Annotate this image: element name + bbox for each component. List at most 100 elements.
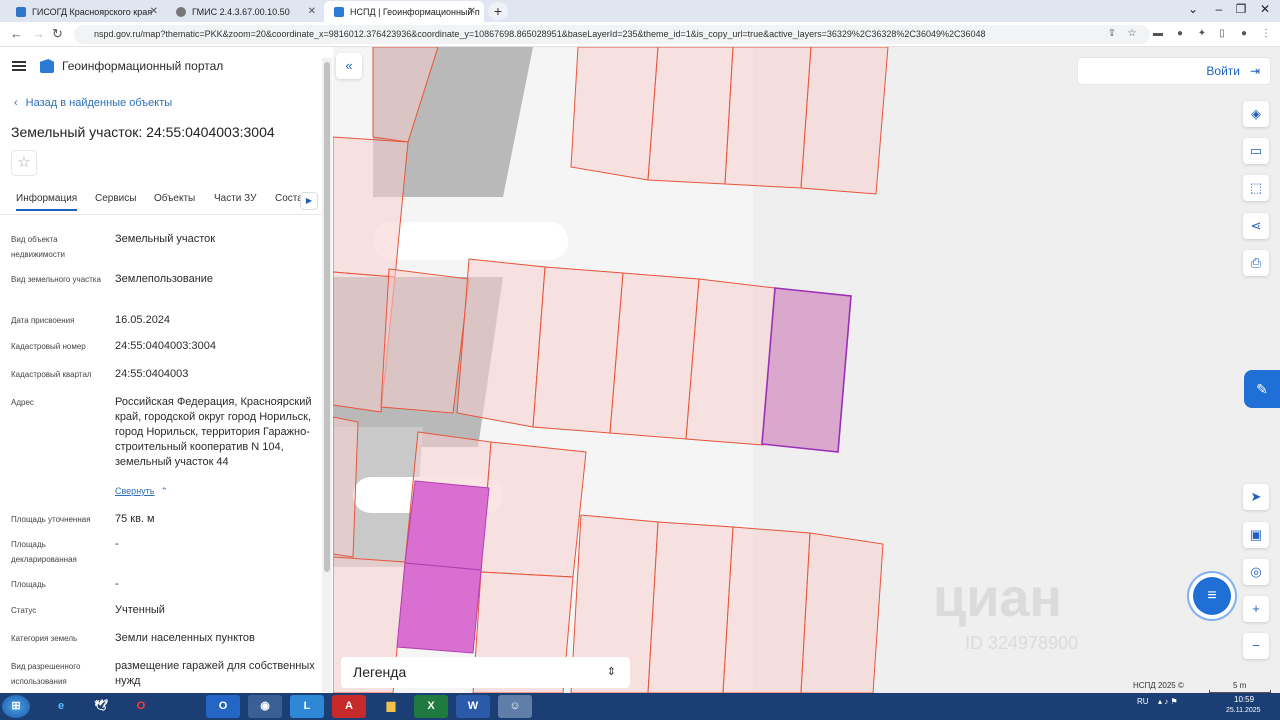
globe-icon — [176, 6, 186, 17]
gisogd-favicon-icon — [16, 6, 26, 17]
layers-icon[interactable]: ◈ — [1243, 101, 1269, 127]
language-indicator[interactable]: RU — [1137, 697, 1149, 706]
field-label: Вид объекта недвижимости — [11, 235, 65, 259]
tray-icons[interactable]: ▴ ♪ ⚑ — [1158, 697, 1178, 706]
sidepanel-icon[interactable]: ▯ — [1216, 28, 1228, 40]
tabs-scroll-right-icon[interactable]: ▶ — [300, 192, 318, 210]
bookmark-star-icon[interactable]: ☆ — [1126, 28, 1138, 40]
tab-information[interactable]: Информация — [16, 193, 78, 211]
portal-logo-icon — [40, 59, 54, 73]
tab-parts[interactable]: Части ЗУ — [214, 193, 256, 204]
share-icon[interactable]: ⋖ — [1243, 213, 1269, 239]
close-tab-icon[interactable]: ✕ — [308, 6, 316, 17]
field-label: Кадастровый квартал — [11, 370, 92, 379]
folder-icon[interactable]: ▆ — [374, 695, 408, 718]
page-title: Земельный участок: 24:55:0404003:3004 — [11, 124, 275, 140]
tab-composition[interactable]: Соста — [275, 193, 303, 204]
extension-icon[interactable]: ● — [1174, 28, 1186, 40]
chat-icon[interactable]: ≡ — [1193, 577, 1231, 615]
field-value: 24:55:0404003 — [115, 368, 189, 380]
profile-icon[interactable]: ● — [1238, 28, 1250, 40]
excel-icon[interactable]: X — [414, 695, 448, 718]
object-info-panel: Геоинформационный портал ‹ Назад в найден… — [0, 47, 333, 693]
zoom-out-button[interactable]: − — [1243, 633, 1269, 659]
field-value: Учтенный — [115, 604, 165, 616]
field-value: размещение гаражей для собственных нужд — [115, 660, 315, 687]
field-label: Вид разрешенного использования — [11, 662, 81, 686]
puzzle-icon[interactable]: ✦ — [1196, 28, 1208, 40]
selected-parcel — [761, 287, 852, 453]
restore-icon[interactable]: ❐ — [1230, 0, 1252, 20]
field-label: Кадастровый номер — [11, 342, 86, 351]
start-button-icon[interactable]: ⊞ — [2, 695, 30, 718]
browser-tab-title: НСПД | Геоинформационный п — [350, 6, 480, 17]
login-label: Войти — [1206, 64, 1240, 78]
info-tabs: Информация Сервисы Объекты Части ЗУ Сост… — [0, 187, 322, 215]
print-icon[interactable]: ⎙ — [1243, 250, 1269, 276]
browser-tab-2[interactable]: ГМИС 2.4.3.67.00.10.50 ✕ — [166, 1, 324, 22]
field-value: 24:55:0404003:3004 — [115, 340, 216, 352]
field-value: Земли населенных пунктов — [115, 632, 255, 644]
app-icon[interactable]: ☺ — [498, 695, 532, 718]
collapse-panel-button[interactable]: « — [336, 53, 362, 79]
field-value: Землепользование — [115, 273, 214, 285]
ie-icon[interactable]: e — [44, 695, 78, 718]
favorite-star-icon[interactable]: ☆ — [11, 150, 37, 176]
close-window-icon[interactable]: ✕ — [1254, 0, 1276, 20]
bird-app-icon[interactable]: 🕊 — [84, 695, 118, 718]
close-tab-icon[interactable]: ✕ — [150, 6, 158, 17]
pdf-icon[interactable]: A — [332, 695, 366, 718]
select-area-icon[interactable]: ⬚ — [1243, 175, 1269, 201]
legend-label: Легенда — [353, 664, 407, 680]
legend-dropdown[interactable]: Легенда ⇕ — [341, 657, 630, 688]
more-menu-icon[interactable]: ⋮ — [1260, 28, 1272, 40]
share-page-icon[interactable]: ⇪ — [1106, 28, 1118, 40]
field-label: Площадь уточненная — [11, 515, 91, 524]
outlook-icon[interactable]: O — [206, 695, 240, 718]
back-to-results-link[interactable]: ‹ Назад в найденные объекты — [14, 97, 172, 109]
field-label: Площадь — [11, 580, 46, 589]
panel-scrollbar[interactable] — [322, 58, 332, 692]
close-tab-icon[interactable]: ✕ — [468, 6, 476, 17]
map-copyright: НСПД 2025 © — [1133, 681, 1184, 690]
address-bar[interactable]: nspd.gov.ru/map?thematic=PKK&zoom=20&coo… — [74, 25, 1150, 44]
tab-services[interactable]: Сервисы — [95, 193, 136, 204]
browser-tab-3[interactable]: НСПД | Геоинформационный п ✕ — [324, 1, 484, 22]
chrome-icon[interactable]: ◉ — [248, 695, 282, 718]
minimap-icon[interactable]: ▣ — [1243, 522, 1269, 548]
reload-icon[interactable]: ↻ — [52, 26, 63, 42]
locate-arrow-icon[interactable]: ➤ — [1243, 484, 1269, 510]
ruler-icon[interactable]: ▭ — [1243, 138, 1269, 164]
field-label: Статус — [11, 606, 37, 615]
collapse-link[interactable]: Свернуть ⌃ — [115, 486, 168, 497]
browser-tab-1[interactable]: ГИСОГД Красноярского края ✕ — [6, 1, 166, 22]
minimize-icon[interactable]: – — [1208, 0, 1230, 20]
geolocation-icon[interactable]: ◎ — [1243, 559, 1269, 585]
chevron-left-icon: ‹ — [14, 97, 18, 109]
login-button[interactable]: Войти ⇥ — [1077, 57, 1271, 85]
forward-arrow-icon[interactable]: → — [32, 26, 45, 41]
new-tab-button[interactable]: + — [488, 2, 508, 20]
tab-search-icon[interactable]: ⌄ — [1182, 0, 1204, 20]
tab-objects[interactable]: Объекты — [154, 193, 195, 204]
app-icon[interactable]: L — [290, 695, 324, 718]
collapse-label: Свернуть — [115, 486, 155, 496]
zoom-in-button[interactable]: + — [1243, 596, 1269, 622]
field-label: Дата присвоения — [11, 316, 75, 325]
back-arrow-icon[interactable]: ← — [10, 26, 23, 41]
login-arrow-icon: ⇥ — [1249, 64, 1260, 78]
field-value: 75 кв. м — [115, 513, 155, 525]
portal-header: Геоинформационный портал — [12, 59, 223, 73]
opera-icon[interactable]: O — [124, 695, 158, 718]
map-canvas[interactable]: « Войти ⇥ ◈ ▭ ⬚ ⋖ ⎙ ✎ ➤ ▣ ◎ + − ≡ циан I… — [333, 47, 1280, 693]
feedback-tab-icon[interactable]: ✎ — [1244, 370, 1280, 408]
word-icon[interactable]: W — [456, 695, 490, 718]
menu-icon[interactable] — [12, 59, 26, 73]
extension-icon[interactable]: ▬ — [1152, 28, 1164, 40]
scrollbar-thumb[interactable] — [324, 62, 330, 572]
browser-tab-title: ГИСОГД Красноярского края — [32, 6, 153, 17]
url-text: nspd.gov.ru/map?thematic=PKK&zoom=20&coo… — [94, 29, 986, 39]
field-value: - — [115, 578, 119, 590]
nspd-favicon-icon — [334, 6, 344, 17]
watermark: циан — [933, 568, 1063, 628]
